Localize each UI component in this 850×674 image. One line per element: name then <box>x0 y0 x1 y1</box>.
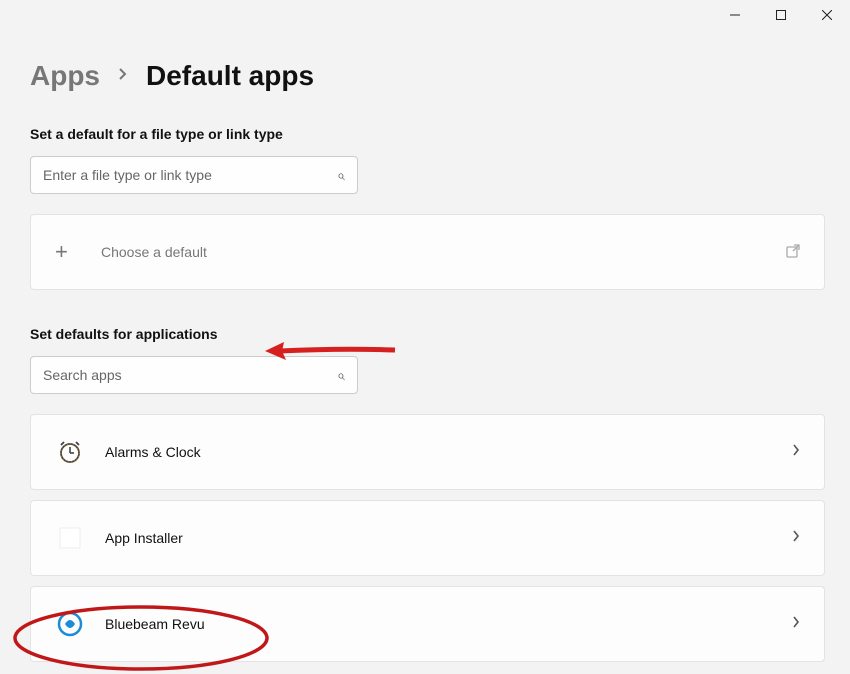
bluebeam-revu-icon <box>55 609 85 639</box>
app-item-bluebeam-revu[interactable]: Bluebeam Revu <box>30 586 825 662</box>
chevron-right-icon <box>792 529 800 547</box>
plus-icon: + <box>55 239 85 265</box>
apps-search-box[interactable]: ⌕ <box>30 356 358 394</box>
alarms-clock-icon <box>55 437 85 467</box>
app-item-app-installer[interactable]: App Installer <box>30 500 825 576</box>
app-installer-icon <box>55 523 85 553</box>
chevron-right-icon <box>118 67 128 86</box>
section-heading-filetype: Set a default for a file type or link ty… <box>30 126 820 142</box>
app-item-label: Alarms & Clock <box>105 444 201 460</box>
app-item-label: App Installer <box>105 530 183 546</box>
window-controls <box>712 0 850 30</box>
section-heading-apps: Set defaults for applications <box>30 326 820 342</box>
breadcrumb: Apps Default apps <box>30 60 820 92</box>
app-item-alarms-clock[interactable]: Alarms & Clock <box>30 414 825 490</box>
breadcrumb-parent[interactable]: Apps <box>30 60 100 92</box>
page-title: Default apps <box>146 60 314 92</box>
app-item-label: Bluebeam Revu <box>105 616 205 632</box>
filetype-search-input[interactable] <box>43 167 337 183</box>
filetype-search-box[interactable]: ⌕ <box>30 156 358 194</box>
close-button[interactable] <box>804 0 850 30</box>
open-external-icon <box>786 244 800 261</box>
choose-default-button[interactable]: + Choose a default <box>30 214 825 290</box>
minimize-button[interactable] <box>712 0 758 30</box>
apps-search-input[interactable] <box>43 367 337 383</box>
chevron-right-icon <box>792 615 800 633</box>
search-icon: ⌕ <box>337 167 345 184</box>
choose-default-label: Choose a default <box>101 244 207 260</box>
maximize-button[interactable] <box>758 0 804 30</box>
search-icon: ⌕ <box>337 367 345 384</box>
chevron-right-icon <box>792 443 800 461</box>
